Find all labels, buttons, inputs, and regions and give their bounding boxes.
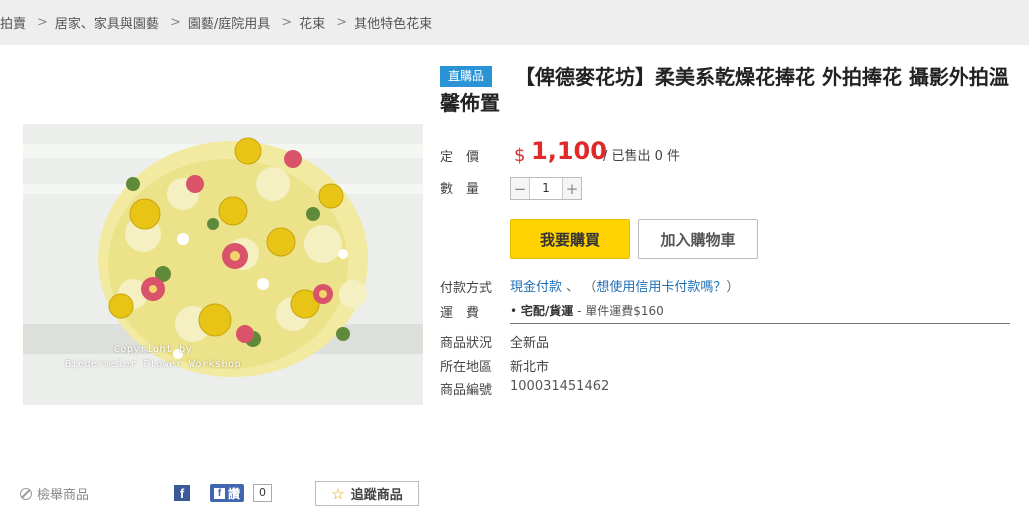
credit-paren-close: ） <box>726 280 740 295</box>
facebook-logo-icon: f <box>214 487 225 499</box>
shipping-fee: - 單件運費$160 <box>573 304 664 318</box>
like-label: 讚 <box>228 486 241 501</box>
prohibited-icon <box>20 487 32 500</box>
shipping-info: • 宅配/貨運 - 單件運費$160 <box>510 302 1010 324</box>
quantity-stepper[interactable]: − 1 + <box>510 177 582 200</box>
breadcrumb-separator: > <box>281 15 293 30</box>
breadcrumb-item[interactable]: > 居家、家具與園藝 <box>26 13 159 32</box>
product-id-label: 商品編號 <box>440 383 493 398</box>
follow-product-button[interactable]: ☆ 追蹤商品 <box>315 481 419 506</box>
report-product-link[interactable]: 檢舉商品 <box>20 484 89 503</box>
facebook-share-icon[interactable]: f <box>174 485 190 501</box>
price-value: 1,100 <box>531 137 607 165</box>
payment-separator: 、 <box>566 280 580 295</box>
bullet-icon: • <box>510 304 521 318</box>
condition-value: 全新品 <box>510 336 550 351</box>
product-image[interactable]: Copyright by Biedermeier Flower Workshop <box>23 124 423 405</box>
shipping-method: 宅配/貨運 <box>520 304 574 318</box>
credit-paren-open: （ <box>583 280 597 295</box>
breadcrumb-item[interactable]: 拍賣 <box>0 13 26 32</box>
breadcrumb-item[interactable]: > 其他特色花束 <box>325 13 432 32</box>
follow-label: 追蹤商品 <box>350 488 403 503</box>
breadcrumb-separator: > <box>37 15 48 30</box>
location-value: 新北市 <box>510 360 550 375</box>
price-currency: $ <box>514 145 526 166</box>
quantity-increase-button[interactable]: + <box>563 178 581 199</box>
payment-methods: 現金付款 、 （想使用信用卡付款嗎？） <box>510 276 739 295</box>
add-to-cart-button[interactable]: 加入購物車 <box>638 219 758 259</box>
price-label: 定 價 <box>440 150 480 165</box>
condition-label: 商品狀況 <box>440 336 493 351</box>
breadcrumb-label: 居家、家具與園藝 <box>54 17 159 32</box>
quantity-decrease-button[interactable]: − <box>511 178 529 199</box>
breadcrumb-label: 園藝/庭院用具 <box>187 17 271 32</box>
buy-now-button[interactable]: 我要購買 <box>510 219 630 259</box>
breadcrumb-item[interactable]: > 花束 <box>270 13 325 32</box>
image-watermark: Copyright by Biedermeier Flower Workshop <box>43 342 263 372</box>
breadcrumb-separator: > <box>169 15 181 30</box>
breadcrumb-label: 其他特色花束 <box>354 17 433 32</box>
credit-card-link[interactable]: 想使用信用卡付款嗎？ <box>596 280 726 295</box>
quantity-label: 數 量 <box>440 182 480 197</box>
cash-payment-link[interactable]: 現金付款 <box>510 280 562 295</box>
like-count: 0 <box>253 484 272 502</box>
watermark-line-1: Copyright by <box>113 344 193 355</box>
breadcrumb-label: 花束 <box>299 17 326 32</box>
report-label: 檢舉商品 <box>37 488 90 503</box>
product-id-value: 100031451462 <box>510 379 610 394</box>
breadcrumb: 拍賣 > 居家、家具與園藝 > 園藝/庭院用具 > 花束 > 其他特色花束 <box>0 0 1029 45</box>
breadcrumb-item[interactable]: > 園藝/庭院用具 <box>159 13 270 32</box>
shipping-label: 運 費 <box>440 306 480 321</box>
facebook-like-button[interactable]: f讚 <box>210 484 245 502</box>
quantity-input[interactable]: 1 <box>529 178 563 199</box>
location-label: 所在地區 <box>440 360 493 375</box>
payment-label: 付款方式 <box>440 281 493 296</box>
breadcrumb-label: 拍賣 <box>0 17 27 32</box>
watermark-line-2: Biedermeier Flower Workshop <box>64 359 242 370</box>
breadcrumb-separator: > <box>336 15 348 30</box>
sold-count: / 已售出 0 件 <box>603 149 681 164</box>
star-icon: ☆ <box>331 484 345 503</box>
product-title: 【俾德麥花坊】柔美系乾燥花捧花 外拍捧花 攝影外拍溫馨佈置 <box>440 65 1009 115</box>
